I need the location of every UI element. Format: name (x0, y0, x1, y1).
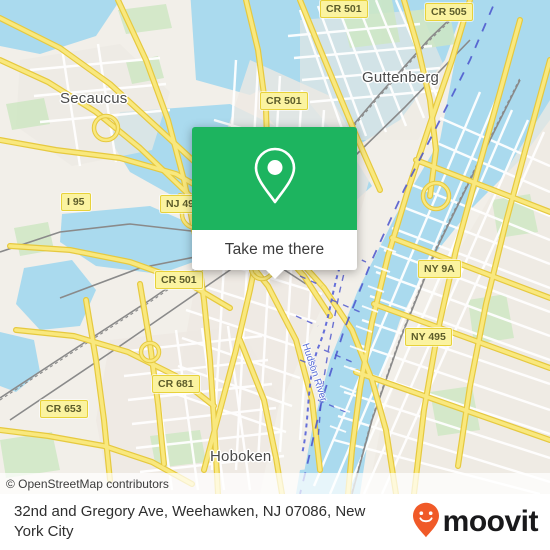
moovit-wordmark: moovit (442, 505, 539, 538)
attribution-text: © OpenStreetMap contributors (6, 476, 169, 491)
popup-pointer-tail (265, 270, 284, 279)
map-screen: Secaucus Guttenberg Hoboken Hudson River… (0, 0, 550, 550)
moovit-logo[interactable]: moovit (412, 502, 539, 543)
map-pin-icon (251, 145, 299, 212)
footer-bar: 32nd and Gregory Ave, Weehawken, NJ 0708… (0, 494, 550, 550)
take-me-there-button[interactable]: Take me there (192, 230, 357, 279)
map-attribution-bar: © OpenStreetMap contributors (0, 473, 550, 494)
popup-header (192, 127, 357, 230)
location-popup[interactable]: Take me there (192, 127, 357, 279)
take-me-there-label: Take me there (224, 241, 325, 258)
address-text: 32nd and Gregory Ave, Weehawken, NJ 0708… (14, 503, 366, 540)
moovit-pin-smiley-icon (412, 502, 440, 543)
map-canvas[interactable]: Secaucus Guttenberg Hoboken Hudson River… (0, 0, 550, 494)
